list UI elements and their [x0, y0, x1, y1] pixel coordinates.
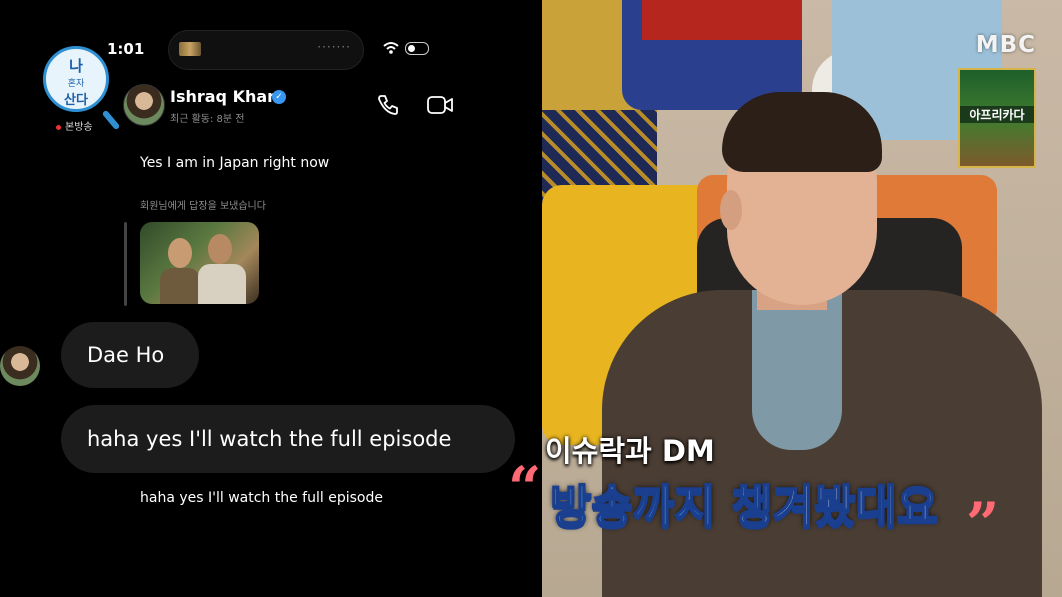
photo-face-right [208, 234, 232, 264]
status-time: 1:01 [107, 40, 145, 58]
caption-quote-open: “ [508, 454, 542, 522]
caption-quote-close: ” [966, 490, 1000, 558]
profile-avatar[interactable] [123, 84, 165, 126]
screen: 1:01 ······· 나 혼자 산다 본방송 Ishraq Khan ✓ 최… [0, 0, 1062, 597]
battery-icon [405, 42, 429, 55]
shared-photo[interactable] [140, 222, 259, 304]
message-bubble[interactable]: Dae Ho [61, 322, 199, 388]
plush-doll-red-trim [642, 0, 802, 40]
reply-indicator-bar [124, 222, 127, 306]
call-icon[interactable] [376, 93, 400, 117]
wifi-icon [383, 42, 399, 54]
message-bubble[interactable]: haha yes I'll watch the full episode [61, 405, 515, 473]
caption-main-highlight: 방송까지 [549, 479, 717, 534]
profile-name[interactable]: Ishraq Khan [170, 87, 279, 106]
photo-face-left [168, 238, 192, 268]
message-text: haha yes I'll watch the full episode [87, 427, 452, 451]
dm-screenshot-panel: 1:01 ······· 나 혼자 산다 본방송 Ishraq Khan ✓ 최… [0, 0, 542, 597]
video-call-icon[interactable] [426, 93, 454, 117]
show-logo: 나 혼자 산다 [43, 46, 121, 131]
caption-main: 방송까지 챙겨봤대요 [549, 470, 939, 535]
caption-main-rest: 챙겨봤대요 [715, 479, 939, 534]
live-dot-icon [56, 124, 61, 130]
quoted-message-text: Yes I am in Japan right now [140, 155, 330, 171]
verified-badge-icon: ✓ [272, 90, 286, 104]
photo-person-left [160, 268, 200, 304]
dynamic-island: ······· [168, 30, 364, 70]
program-badge-text: 아프리카다 [960, 106, 1034, 123]
caption-subtitle: 이슈락과 DM [545, 434, 715, 468]
reply-note: 회원님에게 답장을 보냈습니다 [140, 201, 266, 212]
live-label: 본방송 [65, 122, 93, 133]
person-ear [720, 190, 742, 230]
person-hair [722, 92, 882, 172]
island-waveform-icon: ······· [317, 40, 351, 54]
island-media-thumbnail [179, 42, 201, 56]
show-logo-line1: 나 [69, 57, 83, 75]
photo-person-right [198, 264, 246, 304]
person-shirt [752, 290, 842, 450]
program-badge: 아프리카다 [958, 68, 1036, 168]
live-broadcast-tag: 본방송 [56, 118, 93, 133]
show-logo-line3: 산다 [64, 93, 88, 108]
status-icons [383, 40, 433, 56]
sender-avatar[interactable] [0, 346, 40, 386]
channel-logo: MBC [975, 32, 1036, 58]
message-text: Dae Ho [87, 343, 165, 367]
last-active-status: 최근 활동: 8분 전 [170, 114, 245, 125]
magnifier-handle-icon [101, 109, 121, 131]
show-logo-line2: 혼자 [67, 79, 85, 89]
reply-echo-text: haha yes I'll watch the full episode [140, 490, 383, 506]
